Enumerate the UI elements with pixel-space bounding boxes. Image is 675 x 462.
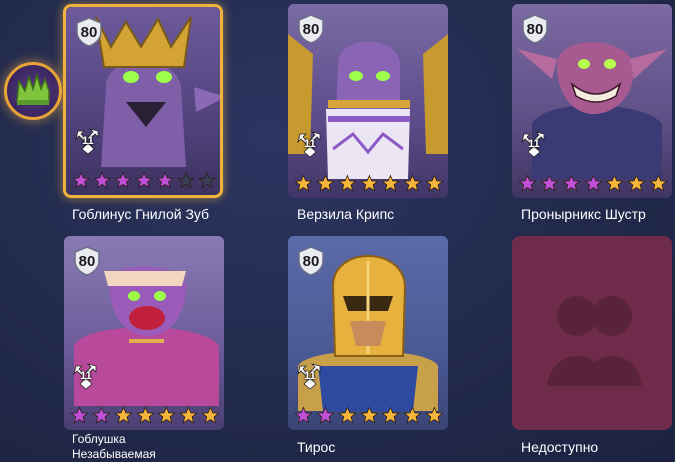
- star-icon: [198, 171, 216, 190]
- star-icon: [114, 171, 132, 190]
- hero-card[interactable]: 80 11: [63, 4, 223, 198]
- star-icon: [605, 174, 624, 193]
- element-level: 11: [528, 138, 540, 150]
- star-icon: [403, 406, 422, 425]
- level-badge-icon: 80: [72, 246, 102, 276]
- level-badge-icon: 80: [296, 14, 326, 44]
- star-icon: [425, 406, 444, 425]
- element-level: 11: [304, 370, 316, 382]
- locked-silhouette-icon: [547, 296, 642, 386]
- star-icon: [425, 174, 444, 193]
- star-icon: [70, 406, 89, 425]
- star-icon: [156, 171, 174, 190]
- hero-card[interactable]: 80 11: [64, 236, 224, 430]
- star-rating: [518, 174, 668, 193]
- star-icon: [72, 171, 90, 190]
- element-arrows-icon: 11: [520, 130, 548, 158]
- level-badge-icon: 80: [520, 14, 550, 44]
- star-icon: [92, 406, 111, 425]
- star-icon: [649, 174, 668, 193]
- star-icon: [157, 406, 176, 425]
- star-icon: [316, 406, 335, 425]
- crown-bonus-icon[interactable]: [4, 62, 62, 120]
- star-icon: [381, 406, 400, 425]
- star-rating: [294, 406, 444, 425]
- star-icon: [518, 174, 537, 193]
- hero-card[interactable]: 80 11: [288, 4, 448, 198]
- star-icon: [381, 174, 400, 193]
- hero-name: Гоблушка Незабываемая: [72, 432, 156, 462]
- star-rating: [72, 171, 216, 190]
- element-arrows-icon: 11: [296, 362, 324, 390]
- hero-card[interactable]: 80 11: [512, 4, 672, 198]
- star-icon: [179, 406, 198, 425]
- star-icon: [338, 406, 357, 425]
- hero-name-line2: Незабываемая: [72, 447, 156, 461]
- unavailable-slot: [512, 236, 672, 430]
- star-rating: [70, 406, 220, 425]
- star-icon: [294, 406, 313, 425]
- star-icon: [627, 174, 646, 193]
- star-icon: [316, 174, 335, 193]
- star-icon: [360, 174, 379, 193]
- star-rating: [294, 174, 444, 193]
- star-icon: [338, 174, 357, 193]
- star-icon: [135, 171, 153, 190]
- hero-name: Гоблинус Гнилой Зуб: [72, 206, 210, 222]
- level-badge-icon: 80: [74, 17, 104, 47]
- star-icon: [584, 174, 603, 193]
- element-arrows-icon: 11: [74, 127, 102, 155]
- hero-name-line1: Гоблушка: [72, 432, 126, 446]
- star-icon: [294, 174, 313, 193]
- star-icon: [136, 406, 155, 425]
- element-level: 11: [304, 138, 316, 150]
- star-icon: [540, 174, 559, 193]
- star-icon: [562, 174, 581, 193]
- unavailable-label: Недоступно: [521, 439, 599, 455]
- element-level: 11: [80, 370, 92, 382]
- star-icon: [360, 406, 379, 425]
- hero-level: 80: [302, 20, 320, 38]
- hero-name: Тирос: [297, 439, 336, 455]
- star-icon: [403, 174, 422, 193]
- hero-level: 80: [80, 23, 98, 41]
- element-arrows-icon: 11: [296, 130, 324, 158]
- hero-level: 80: [78, 252, 96, 270]
- element-level: 11: [82, 135, 94, 147]
- hero-card[interactable]: 80 11: [288, 236, 448, 430]
- element-arrows-icon: 11: [72, 362, 100, 390]
- star-icon: [93, 171, 111, 190]
- star-icon: [201, 406, 220, 425]
- level-badge-icon: 80: [296, 246, 326, 276]
- star-icon: [114, 406, 133, 425]
- star-icon: [177, 171, 195, 190]
- hero-level: 80: [526, 20, 544, 38]
- hero-name: Пронырникс Шустр: [521, 206, 646, 222]
- hero-level: 80: [302, 252, 320, 270]
- hero-name: Верзила Крипс: [297, 206, 395, 222]
